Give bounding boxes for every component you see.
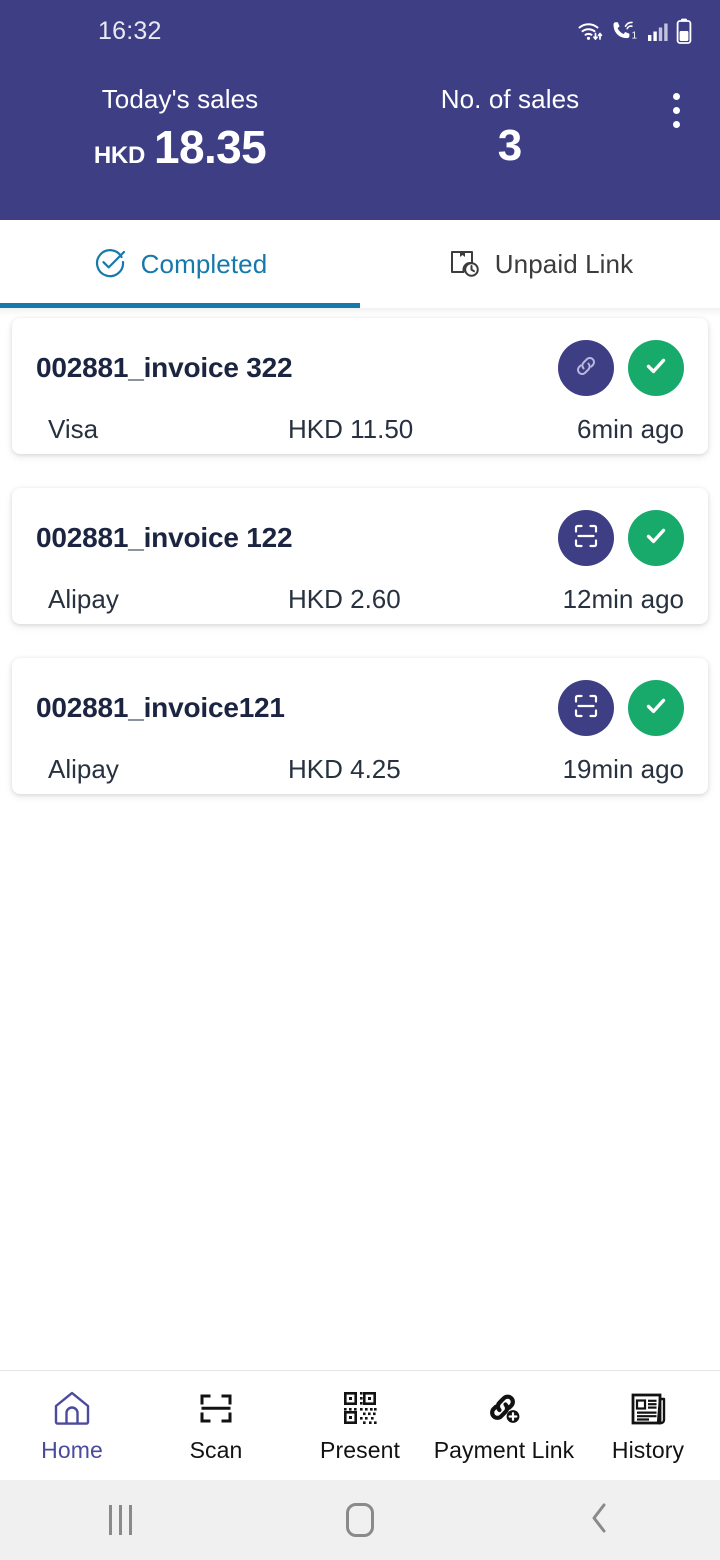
- header: 16:32 1 Today's sales HKD 18.35 No. of s…: [0, 0, 720, 220]
- scan-frame-icon: [196, 1387, 236, 1429]
- tab-completed-label: Completed: [140, 248, 268, 279]
- home-icon: [346, 1503, 374, 1537]
- no-of-sales-value: 3: [497, 121, 523, 170]
- back-icon: [587, 1501, 613, 1540]
- transaction-method: Visa: [48, 414, 99, 444]
- dot-icon: [672, 92, 680, 100]
- scan-icon: [572, 522, 600, 555]
- transaction-amount: HKD 11.50: [288, 414, 414, 444]
- transaction-title: 002881_invoice121: [36, 692, 285, 723]
- recents-icon: [108, 1505, 132, 1535]
- nav-item-present[interactable]: Present: [288, 1387, 432, 1464]
- transaction-card-header: 002881_invoice121: [36, 680, 684, 736]
- transaction-badges: [558, 510, 684, 566]
- transaction-status-badge: [628, 510, 684, 566]
- transaction-card[interactable]: 002881_invoice 322 Visa HKD 11.50 6min a…: [12, 318, 708, 454]
- newspaper-icon: [628, 1387, 668, 1429]
- transaction-status-badge: [628, 680, 684, 736]
- nav-item-present-label: Present: [320, 1437, 400, 1463]
- call-signal-icon: 1: [610, 19, 640, 43]
- link-plus-icon: [483, 1387, 525, 1429]
- transaction-title: 002881_invoice 122: [36, 522, 293, 553]
- tab-unpaid-link[interactable]: Unpaid Link: [360, 220, 720, 308]
- nav-item-payment-link-label: Payment Link: [433, 1437, 575, 1463]
- system-navigation-bar: [0, 1480, 720, 1560]
- cellular-signal-icon: [647, 20, 669, 42]
- nav-item-scan-label: Scan: [189, 1437, 243, 1463]
- nav-item-payment-link[interactable]: Payment Link: [432, 1387, 576, 1464]
- transaction-card-header: 002881_invoice 322: [36, 340, 684, 396]
- no-of-sales-label: No. of sales: [440, 84, 580, 114]
- nav-item-home-label: Home: [41, 1437, 103, 1463]
- bottom-navigation: Home Scan Present Payment Link History: [0, 1370, 720, 1480]
- transaction-card-details: Alipay HKD 2.60 12min ago: [36, 584, 684, 615]
- nav-item-history-label: History: [611, 1437, 685, 1463]
- transaction-badges: [558, 340, 684, 396]
- tab-completed[interactable]: Completed: [0, 220, 360, 308]
- transaction-source-badge[interactable]: [558, 340, 614, 396]
- bar-icon: [108, 1505, 112, 1535]
- tab-active-indicator: [0, 303, 360, 308]
- qr-code-icon: [341, 1387, 379, 1429]
- scan-icon: [572, 692, 600, 725]
- status-bar-clock: 16:32: [98, 16, 162, 45]
- transaction-method: Alipay: [48, 754, 119, 784]
- status-bar-icons: 1: [577, 18, 692, 44]
- nav-item-history[interactable]: History: [576, 1387, 720, 1464]
- circle-check-icon: [93, 245, 127, 284]
- system-back-button[interactable]: [480, 1501, 720, 1540]
- transaction-list: 002881_invoice 322 Visa HKD 11.50 6min a…: [0, 308, 720, 1370]
- check-icon: [641, 691, 671, 726]
- transaction-method: Alipay: [48, 584, 119, 614]
- todays-sales-label: Today's sales: [101, 84, 259, 114]
- transaction-card[interactable]: 002881_invoice 122 Alipay HKD 2.60 12min…: [12, 488, 708, 624]
- status-bar: 16:32 1: [0, 0, 720, 62]
- todays-sales-amount: 18.35: [153, 121, 267, 173]
- link-icon: [571, 351, 601, 386]
- overflow-menu-button[interactable]: [654, 84, 698, 136]
- nav-item-home[interactable]: Home: [0, 1387, 144, 1464]
- check-icon: [641, 521, 671, 556]
- dot-icon: [672, 120, 680, 128]
- transaction-card-details: Visa HKD 11.50 6min ago: [36, 414, 684, 445]
- app-screen: 16:32 1 Today's sales HKD 18.35 No. of s…: [0, 0, 720, 1560]
- transaction-amount: HKD 2.60: [288, 584, 401, 614]
- transaction-time: 6min ago: [577, 414, 684, 444]
- nav-item-scan[interactable]: Scan: [144, 1387, 288, 1464]
- tab-bar: Completed Unpaid Link: [0, 220, 720, 316]
- transaction-card-details: Alipay HKD 4.25 19min ago: [36, 754, 684, 785]
- transaction-title: 002881_invoice 322: [36, 352, 293, 383]
- dot-icon: [672, 106, 680, 114]
- check-icon: [641, 351, 671, 386]
- todays-sales-stat: Today's sales HKD 18.35: [0, 84, 360, 170]
- system-recents-button[interactable]: [0, 1505, 240, 1535]
- tab-unpaid-link-label: Unpaid Link: [494, 248, 634, 279]
- transaction-card-header: 002881_invoice 122: [36, 510, 684, 566]
- todays-sales-value: HKD 18.35: [93, 121, 267, 173]
- package-clock-icon: [447, 245, 481, 284]
- header-stats: Today's sales HKD 18.35 No. of sales 3: [0, 62, 720, 170]
- transaction-card[interactable]: 002881_invoice121 Alipay HKD 4.25 19min …: [12, 658, 708, 794]
- transaction-amount: HKD 4.25: [288, 754, 401, 784]
- system-home-button[interactable]: [240, 1503, 480, 1537]
- currency-label: HKD: [93, 142, 145, 169]
- battery-icon: [676, 18, 692, 44]
- home-icon: [52, 1387, 92, 1429]
- transaction-source-badge[interactable]: [558, 510, 614, 566]
- transaction-status-badge: [628, 340, 684, 396]
- transaction-time: 12min ago: [562, 584, 684, 614]
- transaction-time: 19min ago: [562, 754, 684, 784]
- no-of-sales-stat: No. of sales 3: [360, 84, 660, 168]
- bar-icon: [118, 1505, 122, 1535]
- wifi-data-icon: [577, 19, 603, 43]
- transaction-source-badge[interactable]: [558, 680, 614, 736]
- transaction-badges: [558, 680, 684, 736]
- svg-text:1: 1: [632, 31, 638, 42]
- bar-icon: [128, 1505, 132, 1535]
